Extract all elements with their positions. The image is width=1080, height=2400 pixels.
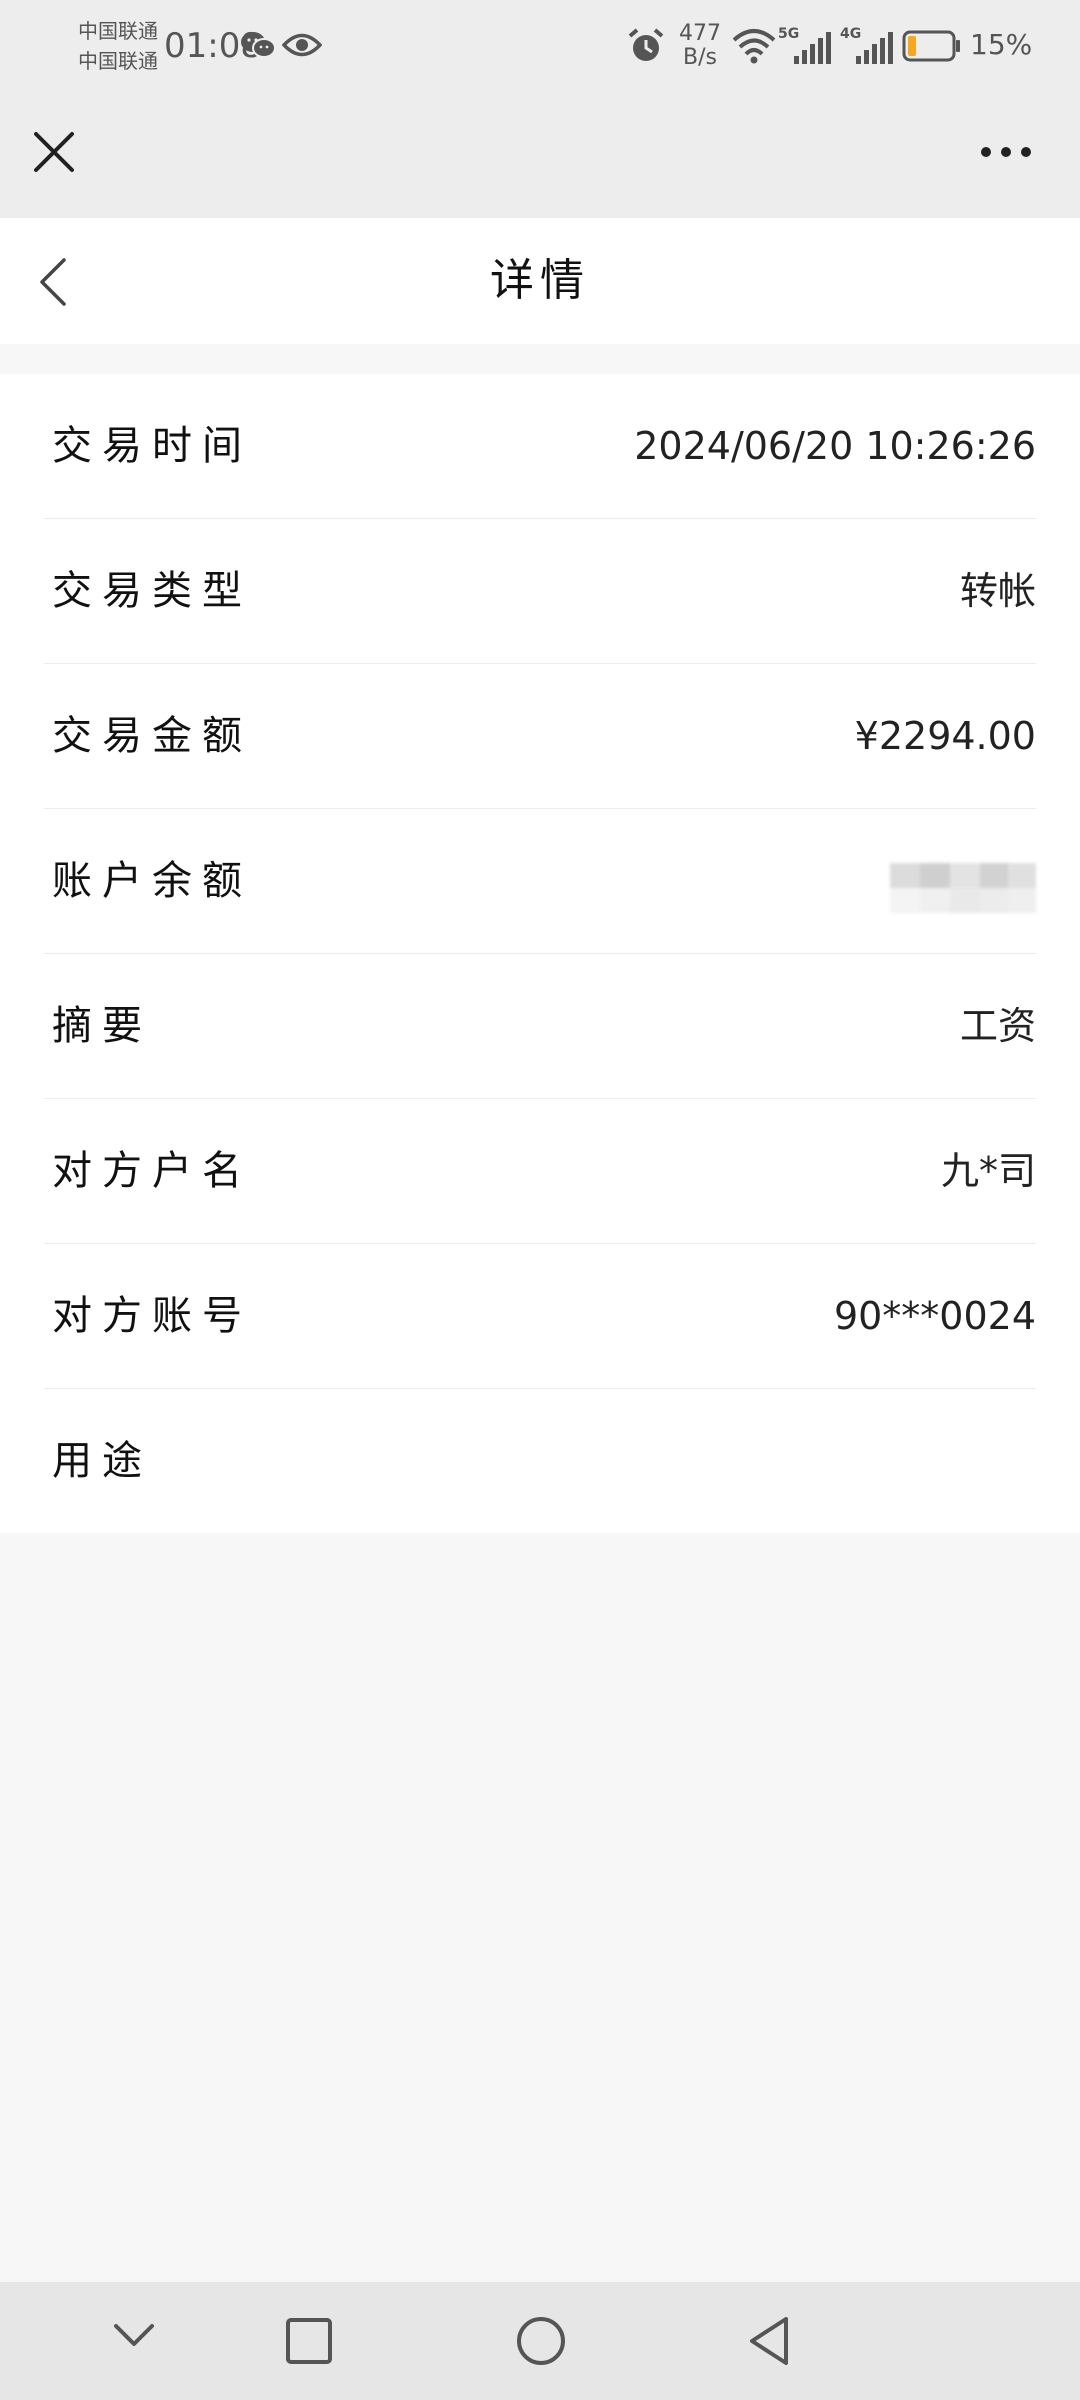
carrier-1: 中国联通 — [78, 19, 158, 43]
blurred-balance-value — [890, 863, 1036, 913]
nav-back-icon[interactable] — [744, 2314, 794, 2368]
detail-value: 2024/06/20 10:26:26 — [634, 424, 1036, 468]
detail-label: 用途 — [52, 1438, 152, 1484]
page-header: 详情 — [0, 218, 1080, 344]
detail-row-counterparty-name: 对方户名 九*司 — [44, 1099, 1036, 1244]
detail-value: 工资 — [959, 1004, 1036, 1048]
signal-icon: 4G — [840, 26, 896, 66]
detail-row-transaction-type: 交易类型 转帐 — [44, 519, 1036, 664]
detail-label: 交易金额 — [52, 713, 252, 759]
screen: 中国联通 中国联通 01:08 477 B/s 5G 4G 15% 详情 交易时… — [0, 0, 1080, 2400]
detail-row-summary: 摘要 工资 — [44, 954, 1036, 1099]
alarm-icon — [628, 28, 664, 61]
page-title: 详情 — [490, 255, 590, 306]
detail-row-purpose: 用途 — [44, 1389, 1036, 1533]
system-nav-bar — [0, 2282, 1080, 2400]
detail-row-counterparty-account: 对方账号 90***0024 — [44, 1244, 1036, 1389]
detail-label: 交易时间 — [52, 423, 252, 469]
battery-percent: 15% — [970, 28, 1033, 61]
wifi-icon — [732, 29, 776, 64]
detail-row-transaction-amount: 交易金额 ¥2294.00 — [44, 664, 1036, 809]
app-bar — [0, 96, 1080, 218]
more-icon[interactable] — [978, 140, 1034, 164]
detail-row-account-balance: 账户余额 — [44, 809, 1036, 954]
detail-label: 对方户名 — [52, 1148, 252, 1194]
net-speed: 477 B/s — [676, 22, 724, 70]
detail-label: 交易类型 — [52, 568, 252, 614]
carrier-labels: 中国联通 中国联通 — [78, 16, 158, 76]
detail-label: 摘要 — [52, 1003, 152, 1049]
detail-row-transaction-time: 交易时间 2024/06/20 10:26:26 — [44, 374, 1036, 519]
back-icon[interactable] — [36, 256, 72, 308]
nav-recents-icon[interactable] — [284, 2316, 334, 2366]
detail-label: 对方账号 — [52, 1293, 252, 1339]
detail-label: 账户余额 — [52, 858, 252, 904]
close-icon[interactable] — [30, 128, 78, 176]
detail-list: 交易时间 2024/06/20 10:26:26 交易类型 转帐 交易金额 ¥2… — [0, 374, 1080, 1533]
eye-icon — [282, 33, 322, 57]
wechat-icon — [241, 32, 276, 58]
detail-value: 转帐 — [959, 569, 1036, 613]
carrier-2: 中国联通 — [78, 49, 158, 73]
battery-icon — [902, 30, 960, 62]
nav-down-icon[interactable] — [112, 2320, 156, 2350]
nav-home-icon[interactable] — [514, 2314, 568, 2368]
net-speed-value: 477 — [679, 21, 721, 46]
status-bar: 中国联通 中国联通 01:08 477 B/s 5G 4G 15% — [0, 0, 1080, 96]
net-speed-unit: B/s — [683, 45, 717, 70]
detail-value: 九*司 — [940, 1149, 1036, 1193]
detail-value: ¥2294.00 — [854, 714, 1036, 758]
signal-icon: 5G — [778, 26, 834, 66]
detail-value: 90***0024 — [833, 1294, 1036, 1338]
battery-level-fill — [908, 36, 916, 56]
